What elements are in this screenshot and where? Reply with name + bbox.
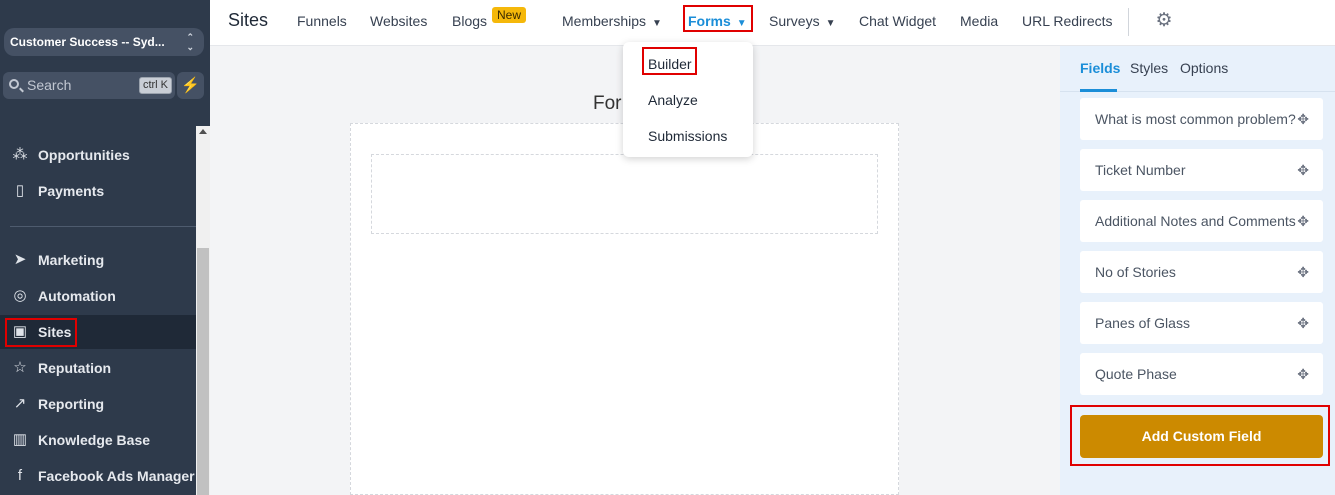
field-label: What is most common problem? [1095, 111, 1296, 127]
sidebar-item-label: Reputation [38, 360, 112, 376]
field-item[interactable]: Ticket Number ✥ [1080, 149, 1323, 191]
tab-memberships[interactable]: Memberships ▼ [562, 0, 662, 42]
sidebar-item-reputation[interactable]: ☆ Reputation [0, 351, 196, 385]
sidebar-item-payments[interactable]: ▯ Payments [0, 174, 196, 208]
move-icon[interactable]: ✥ [1297, 98, 1309, 140]
form-title[interactable]: For [593, 93, 622, 115]
sidebar-item-marketing[interactable]: ➤ Marketing [0, 243, 196, 277]
move-icon[interactable]: ✥ [1297, 302, 1309, 344]
field-item[interactable]: What is most common problem? ✥ [1080, 98, 1323, 140]
tab-label: Memberships [562, 13, 647, 29]
sidebar-item-opportunities[interactable]: ⁂ Opportunities [0, 138, 196, 172]
sidebar-item-facebook-ads-manager[interactable]: f Facebook Ads Manager [0, 459, 196, 493]
field-label: No of Stories [1095, 264, 1176, 280]
highlight-box-add-custom-field [1070, 405, 1330, 466]
sidebar-item-label: Opportunities [38, 147, 130, 163]
sidebar-item-automation[interactable]: ◎ Automation [0, 279, 196, 313]
nav-divider [1128, 8, 1129, 36]
search-input[interactable]: Search ctrl K [3, 72, 175, 99]
active-tab-indicator [1080, 89, 1117, 92]
page-title: Sites [228, 10, 269, 30]
automation-icon: ◎ [13, 287, 27, 304]
account-switcher[interactable]: Customer Success -- Syd... ⌃ ⌄ [4, 28, 204, 56]
scroll-up-icon[interactable] [199, 129, 207, 134]
payments-icon: ▯ [15, 182, 25, 199]
tab-media[interactable]: Media [960, 0, 998, 42]
account-name: Customer Success -- Syd... [10, 35, 165, 49]
gear-icon[interactable]: ⚙ [1153, 10, 1175, 32]
highlight-box-sites [5, 318, 77, 347]
field-label: Ticket Number [1095, 162, 1186, 178]
move-icon[interactable]: ✥ [1297, 149, 1309, 191]
tab-styles[interactable]: Styles [1130, 60, 1168, 76]
tab-funnels[interactable]: Funnels [297, 0, 347, 42]
new-badge: New [492, 7, 527, 23]
tab-label: Surveys [769, 13, 820, 29]
sidebar-item-reporting[interactable]: ↗ Reporting [0, 387, 196, 421]
field-label: Additional Notes and Comments [1095, 213, 1296, 229]
field-item[interactable]: Quote Phase ✥ [1080, 353, 1323, 395]
panel-tabs: Fields Styles Options [1060, 46, 1335, 92]
highlight-box-forms [683, 5, 753, 32]
chevron-updown-icon: ⌃ ⌄ [186, 32, 194, 52]
sidebar-item-label: Automation [38, 288, 116, 304]
tab-options[interactable]: Options [1180, 60, 1228, 76]
menu-item-submissions[interactable]: Submissions [648, 128, 727, 144]
send-icon: ➤ [13, 251, 27, 268]
sidebar-scrollbar[interactable] [196, 126, 210, 495]
lightning-icon: ⚡ [181, 77, 200, 94]
trend-icon: ↗ [13, 395, 27, 412]
book-icon: ▥ [12, 431, 28, 448]
sidebar-item-label: Payments [38, 183, 105, 199]
search-placeholder: Search [27, 77, 72, 93]
scrollbar-thumb[interactable] [197, 248, 209, 495]
search-shortcut: ctrl K [138, 77, 172, 94]
facebook-icon: f [17, 467, 23, 484]
quick-action-button[interactable]: ⚡ [177, 72, 204, 99]
chevron-down-icon: ▼ [825, 18, 836, 29]
sidebar-item-label: Facebook Ads Manager [38, 468, 195, 484]
move-icon[interactable]: ✥ [1297, 353, 1309, 395]
top-navigation: Sites Funnels Websites Blogs New Members… [210, 0, 1335, 46]
field-label: Quote Phase [1095, 366, 1177, 382]
field-item[interactable]: Panes of Glass ✥ [1080, 302, 1323, 344]
tab-blogs[interactable]: Blogs [452, 0, 487, 42]
menu-item-analyze[interactable]: Analyze [648, 92, 698, 108]
star-icon: ☆ [13, 359, 27, 376]
chevron-down-icon: ▼ [652, 18, 662, 29]
field-item[interactable]: No of Stories ✥ [1080, 251, 1323, 293]
form-drop-zone[interactable] [371, 154, 878, 234]
move-icon[interactable]: ✥ [1297, 251, 1309, 293]
sidebar-item-label: Marketing [38, 252, 105, 268]
highlight-box-builder [642, 47, 697, 75]
sidebar-item-label: Knowledge Base [38, 432, 151, 448]
sidebar-item-knowledge-base[interactable]: ▥ Knowledge Base [0, 423, 196, 457]
tab-chat-widget[interactable]: Chat Widget [859, 0, 936, 42]
tab-url-redirects[interactable]: URL Redirects [1022, 0, 1113, 42]
sidebar-divider [10, 226, 196, 227]
field-item[interactable]: Additional Notes and Comments ✥ [1080, 200, 1323, 242]
form-preview [350, 123, 899, 495]
opportunities-icon: ⁂ [12, 146, 28, 163]
search-icon [9, 79, 19, 89]
tab-surveys[interactable]: Surveys ▼ [769, 0, 835, 42]
tab-websites[interactable]: Websites [370, 0, 427, 42]
sidebar-item-label: Reporting [38, 396, 105, 412]
tab-fields[interactable]: Fields [1080, 60, 1120, 76]
field-label: Panes of Glass [1095, 315, 1190, 331]
sidebar: Customer Success -- Syd... ⌃ ⌄ Search ctr… [0, 0, 210, 495]
move-icon[interactable]: ✥ [1297, 200, 1309, 242]
